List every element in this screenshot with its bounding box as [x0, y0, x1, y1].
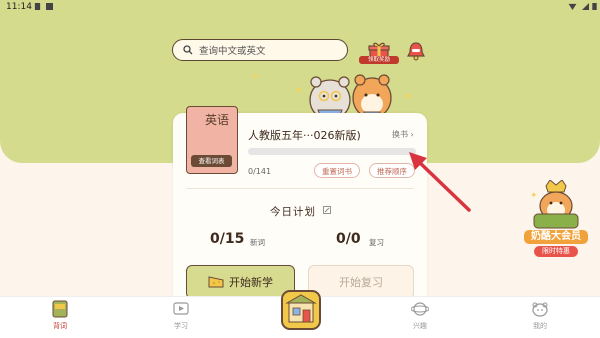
edit-icon[interactable]: [323, 206, 331, 214]
wifi-icon: [568, 3, 577, 10]
annotation-arrow: [409, 152, 471, 212]
start-review-label: 开始复习: [339, 276, 383, 289]
vip-promo-badge[interactable]: ✦ 奶酪大会员 限时特惠: [522, 179, 590, 260]
search-input[interactable]: 查询中文或英文: [172, 39, 348, 61]
book-cover[interactable]: 英语 查看词表: [186, 106, 238, 174]
nav-item-profile[interactable]: 我的: [510, 300, 570, 331]
status-bar: 11:14: [0, 0, 600, 14]
book-cover-word: 英语: [205, 113, 230, 127]
gift-label[interactable]: 领取奖励: [359, 56, 399, 64]
nav-label: 背词: [53, 322, 67, 330]
new-words-label: 新词: [250, 238, 265, 247]
nav-item-interest[interactable]: 兴趣: [390, 300, 450, 331]
search-icon: [183, 45, 193, 55]
start-learn-button[interactable]: 开始新学: [186, 265, 295, 299]
reset-book-button[interactable]: 重置词书: [314, 163, 360, 178]
nav-item-recite[interactable]: 背词: [30, 300, 90, 331]
view-word-list-button[interactable]: 查看词表: [191, 155, 232, 167]
hamster-crown-illustration: ✦: [530, 179, 579, 229]
new-words-value: 0/15: [210, 231, 245, 247]
search-placeholder: 查询中文或英文: [199, 46, 266, 57]
center-room-button[interactable]: [281, 290, 321, 330]
hamster-face-icon: [532, 302, 548, 317]
status-time: 11:14: [6, 2, 32, 12]
sparkle-icon: ✦: [294, 84, 304, 97]
nav-label: 学习: [174, 322, 188, 330]
svg-text:✦: ✦: [530, 191, 538, 201]
book-progress-bar: [248, 148, 416, 155]
cheese-icon: [208, 276, 224, 288]
bell-icon[interactable]: [405, 40, 427, 62]
nav-label: 我的: [533, 322, 547, 330]
book-progress-count: 0/141: [248, 167, 272, 176]
review-value: 0/0: [336, 231, 361, 247]
review-label: 复习: [369, 238, 384, 247]
change-book-link[interactable]: 换书 ›: [392, 129, 414, 140]
vip-promo-title: 奶酪大会员: [524, 230, 588, 244]
start-learn-label: 开始新学: [229, 276, 273, 289]
room-icon: [285, 294, 317, 323]
video-icon: [173, 302, 189, 315]
nav-label: 兴趣: [413, 322, 427, 330]
notification-icon: [46, 3, 53, 10]
start-review-button[interactable]: 开始复习: [308, 265, 414, 299]
planet-icon: [410, 302, 430, 316]
battery-icon: [592, 3, 597, 10]
sim-icon: [34, 3, 41, 10]
vip-promo-subtitle: 限时特惠: [534, 246, 578, 257]
abc-book-icon: [52, 300, 68, 318]
nav-item-study[interactable]: 学习: [151, 300, 211, 331]
divider: [186, 188, 414, 189]
plan-title: 今日计划: [270, 206, 316, 218]
book-title: 人教版五年···026新版): [248, 129, 361, 142]
signal-icon: [582, 3, 589, 10]
sparkle-icon: ✦: [404, 90, 414, 103]
sparkle-icon: ✦: [252, 72, 260, 82]
